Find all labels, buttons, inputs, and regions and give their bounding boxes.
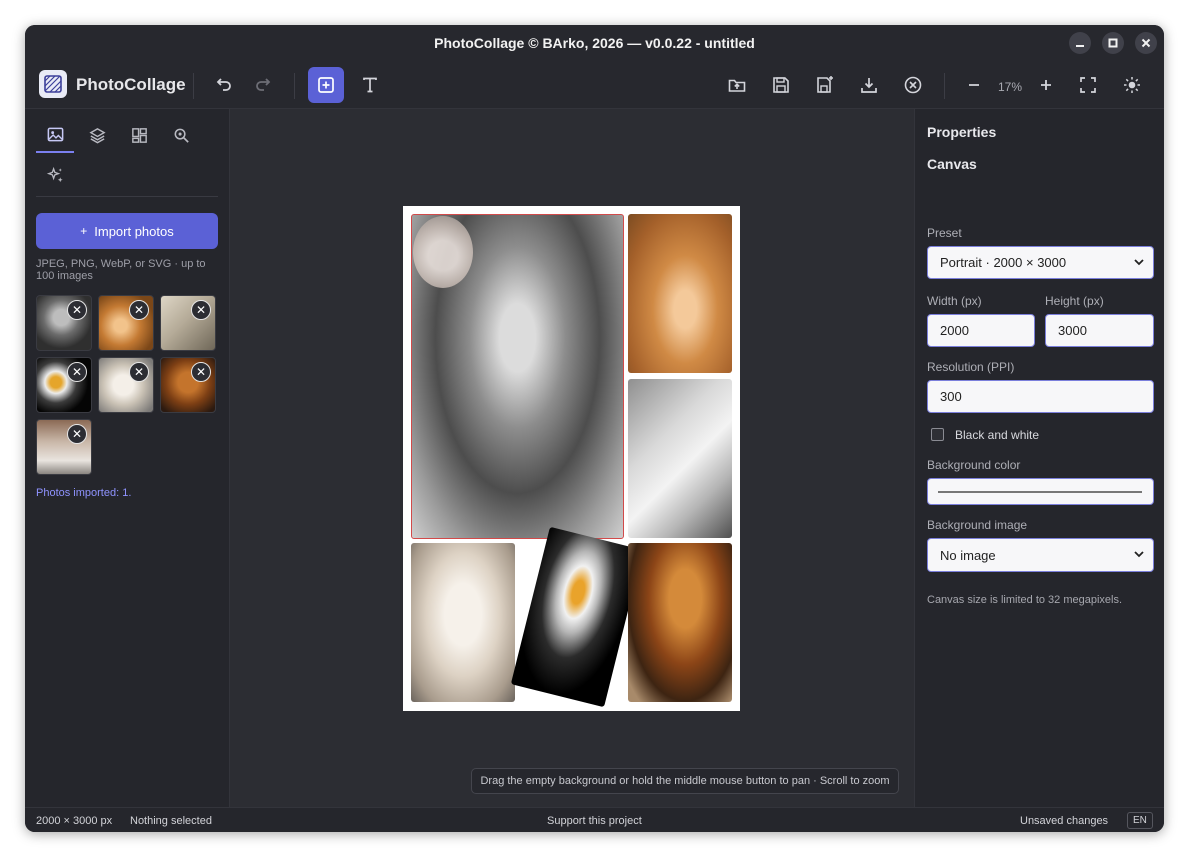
black-and-white-checkbox[interactable] xyxy=(931,428,944,441)
undo-icon[interactable] xyxy=(205,67,241,103)
close-icon[interactable] xyxy=(1135,32,1157,54)
canvas-area[interactable]: Drag the empty background or hold the mi… xyxy=(230,109,914,807)
toolbar-divider xyxy=(193,73,194,99)
left-panel: + Import photos JPEG, PNG, WebP, or SVG … xyxy=(25,109,230,807)
collage-page[interactable] xyxy=(403,206,740,711)
save-icon[interactable] xyxy=(763,67,799,103)
layers-tab-icon[interactable] xyxy=(78,117,116,153)
background-color-picker[interactable] xyxy=(927,478,1154,505)
canvas-help-tip: Drag the empty background or hold the mi… xyxy=(471,768,899,794)
black-and-white-label: Black and white xyxy=(955,428,1040,442)
status-bar: 2000 × 3000 px Nothing selected Support … xyxy=(25,807,1164,832)
width-input[interactable]: 2000 xyxy=(927,314,1035,347)
title-bar: PhotoCollage © BArko, 2026 — v0.0.22 - u… xyxy=(25,25,1164,61)
remove-photo-icon[interactable]: ✕ xyxy=(191,362,211,382)
resolution-input[interactable]: 300 xyxy=(927,380,1154,413)
import-photos-button[interactable]: + Import photos xyxy=(36,213,218,249)
zoom-level: 17% xyxy=(997,80,1023,94)
remove-photo-icon[interactable]: ✕ xyxy=(129,300,149,320)
panel-divider xyxy=(36,196,218,197)
background-color-label: Background color xyxy=(927,458,1021,472)
remove-photo-icon[interactable]: ✕ xyxy=(67,362,87,382)
photo-thumb-horse[interactable]: ✕ xyxy=(160,295,216,351)
zoom-out-icon[interactable] xyxy=(956,67,992,103)
photo-thumb-alpaca[interactable]: ✕ xyxy=(98,357,154,413)
add-frame-icon[interactable] xyxy=(308,67,344,103)
remove-photo-icon[interactable]: ✕ xyxy=(191,300,211,320)
app-name: PhotoCollage xyxy=(76,75,186,94)
app-window: PhotoCollage © BArko, 2026 — v0.0.22 - u… xyxy=(25,25,1164,832)
remove-photo-icon[interactable]: ✕ xyxy=(67,424,87,444)
collage-photo-alpaca[interactable] xyxy=(411,543,515,702)
import-hint: JPEG, PNG, WebP, or SVG · up to 100 imag… xyxy=(36,258,206,282)
fit-screen-icon[interactable] xyxy=(1070,67,1106,103)
language-button[interactable]: EN xyxy=(1127,812,1153,829)
theme-icon[interactable] xyxy=(1114,67,1150,103)
minimize-icon[interactable] xyxy=(1069,32,1091,54)
collage-photo-cat[interactable] xyxy=(628,214,732,373)
remove-photo-icon[interactable]: ✕ xyxy=(67,300,87,320)
properties-heading: Properties xyxy=(927,124,997,140)
open-icon[interactable] xyxy=(719,67,755,103)
selection-status: Nothing selected xyxy=(130,815,212,827)
toolbar-divider xyxy=(944,73,945,99)
collage-photo-horse[interactable] xyxy=(628,379,732,538)
photo-thumb-bearded-man[interactable]: ✕ xyxy=(36,419,92,475)
save-as-icon[interactable] xyxy=(807,67,843,103)
import-status: Photos imported: 1. xyxy=(36,487,132,499)
preset-select[interactable]: Portrait · 2000 × 3000 xyxy=(927,246,1154,279)
color-swatch-line xyxy=(938,491,1142,493)
canvas-size-note: Canvas size is limited to 32 megapixels. xyxy=(927,594,1123,606)
zoom-tab-icon[interactable] xyxy=(162,117,200,153)
background-image-select[interactable]: No image xyxy=(927,538,1154,572)
canvas-section-title: Canvas xyxy=(927,156,977,172)
canvas-size-status: 2000 × 3000 px xyxy=(36,815,113,827)
unsaved-changes-status: Unsaved changes xyxy=(1020,815,1109,827)
photo-thumb-eagle[interactable]: ✕ xyxy=(36,357,92,413)
photos-tab-icon[interactable] xyxy=(36,117,74,153)
collage-photo-bearded-man[interactable] xyxy=(413,216,473,288)
support-project-link[interactable]: Support this project xyxy=(547,815,642,827)
chevron-down-icon xyxy=(1134,551,1144,558)
preset-value: Portrait · 2000 × 3000 xyxy=(940,255,1067,270)
window-title: PhotoCollage © BArko, 2026 — v0.0.22 - u… xyxy=(434,35,755,51)
app-logo-icon xyxy=(39,70,67,98)
collage-photo-lion[interactable] xyxy=(628,543,732,702)
export-icon[interactable] xyxy=(851,67,887,103)
close-project-icon[interactable] xyxy=(895,67,931,103)
effects-tab-icon[interactable] xyxy=(36,157,74,193)
text-icon[interactable] xyxy=(352,67,388,103)
width-label: Width (px) xyxy=(927,294,982,308)
background-image-value: No image xyxy=(940,547,996,563)
photo-thumb-lion[interactable]: ✕ xyxy=(160,357,216,413)
properties-panel: Properties Canvas Preset Portrait · 2000… xyxy=(914,109,1164,807)
chevron-down-icon xyxy=(1134,259,1144,266)
import-photos-label: Import photos xyxy=(94,223,174,239)
background-image-label: Background image xyxy=(927,518,1028,532)
redo-icon[interactable] xyxy=(246,67,282,103)
toolbar-divider xyxy=(294,73,295,99)
remove-photo-icon[interactable]: ✕ xyxy=(129,362,149,382)
plus-icon: + xyxy=(80,224,88,238)
photo-thumb-old-man[interactable]: ✕ xyxy=(36,295,92,351)
toolbar: PhotoCollage 17% xyxy=(25,61,1164,109)
layout-tab-icon[interactable] xyxy=(120,117,158,153)
collage-photo-eagle[interactable] xyxy=(510,526,644,708)
preset-label: Preset xyxy=(927,226,962,240)
resolution-label: Resolution (PPI) xyxy=(927,360,1015,374)
zoom-in-icon[interactable] xyxy=(1028,67,1064,103)
photo-thumb-cat[interactable]: ✕ xyxy=(98,295,154,351)
height-label: Height (px) xyxy=(1045,294,1104,308)
maximize-icon[interactable] xyxy=(1102,32,1124,54)
height-input[interactable]: 3000 xyxy=(1045,314,1154,347)
